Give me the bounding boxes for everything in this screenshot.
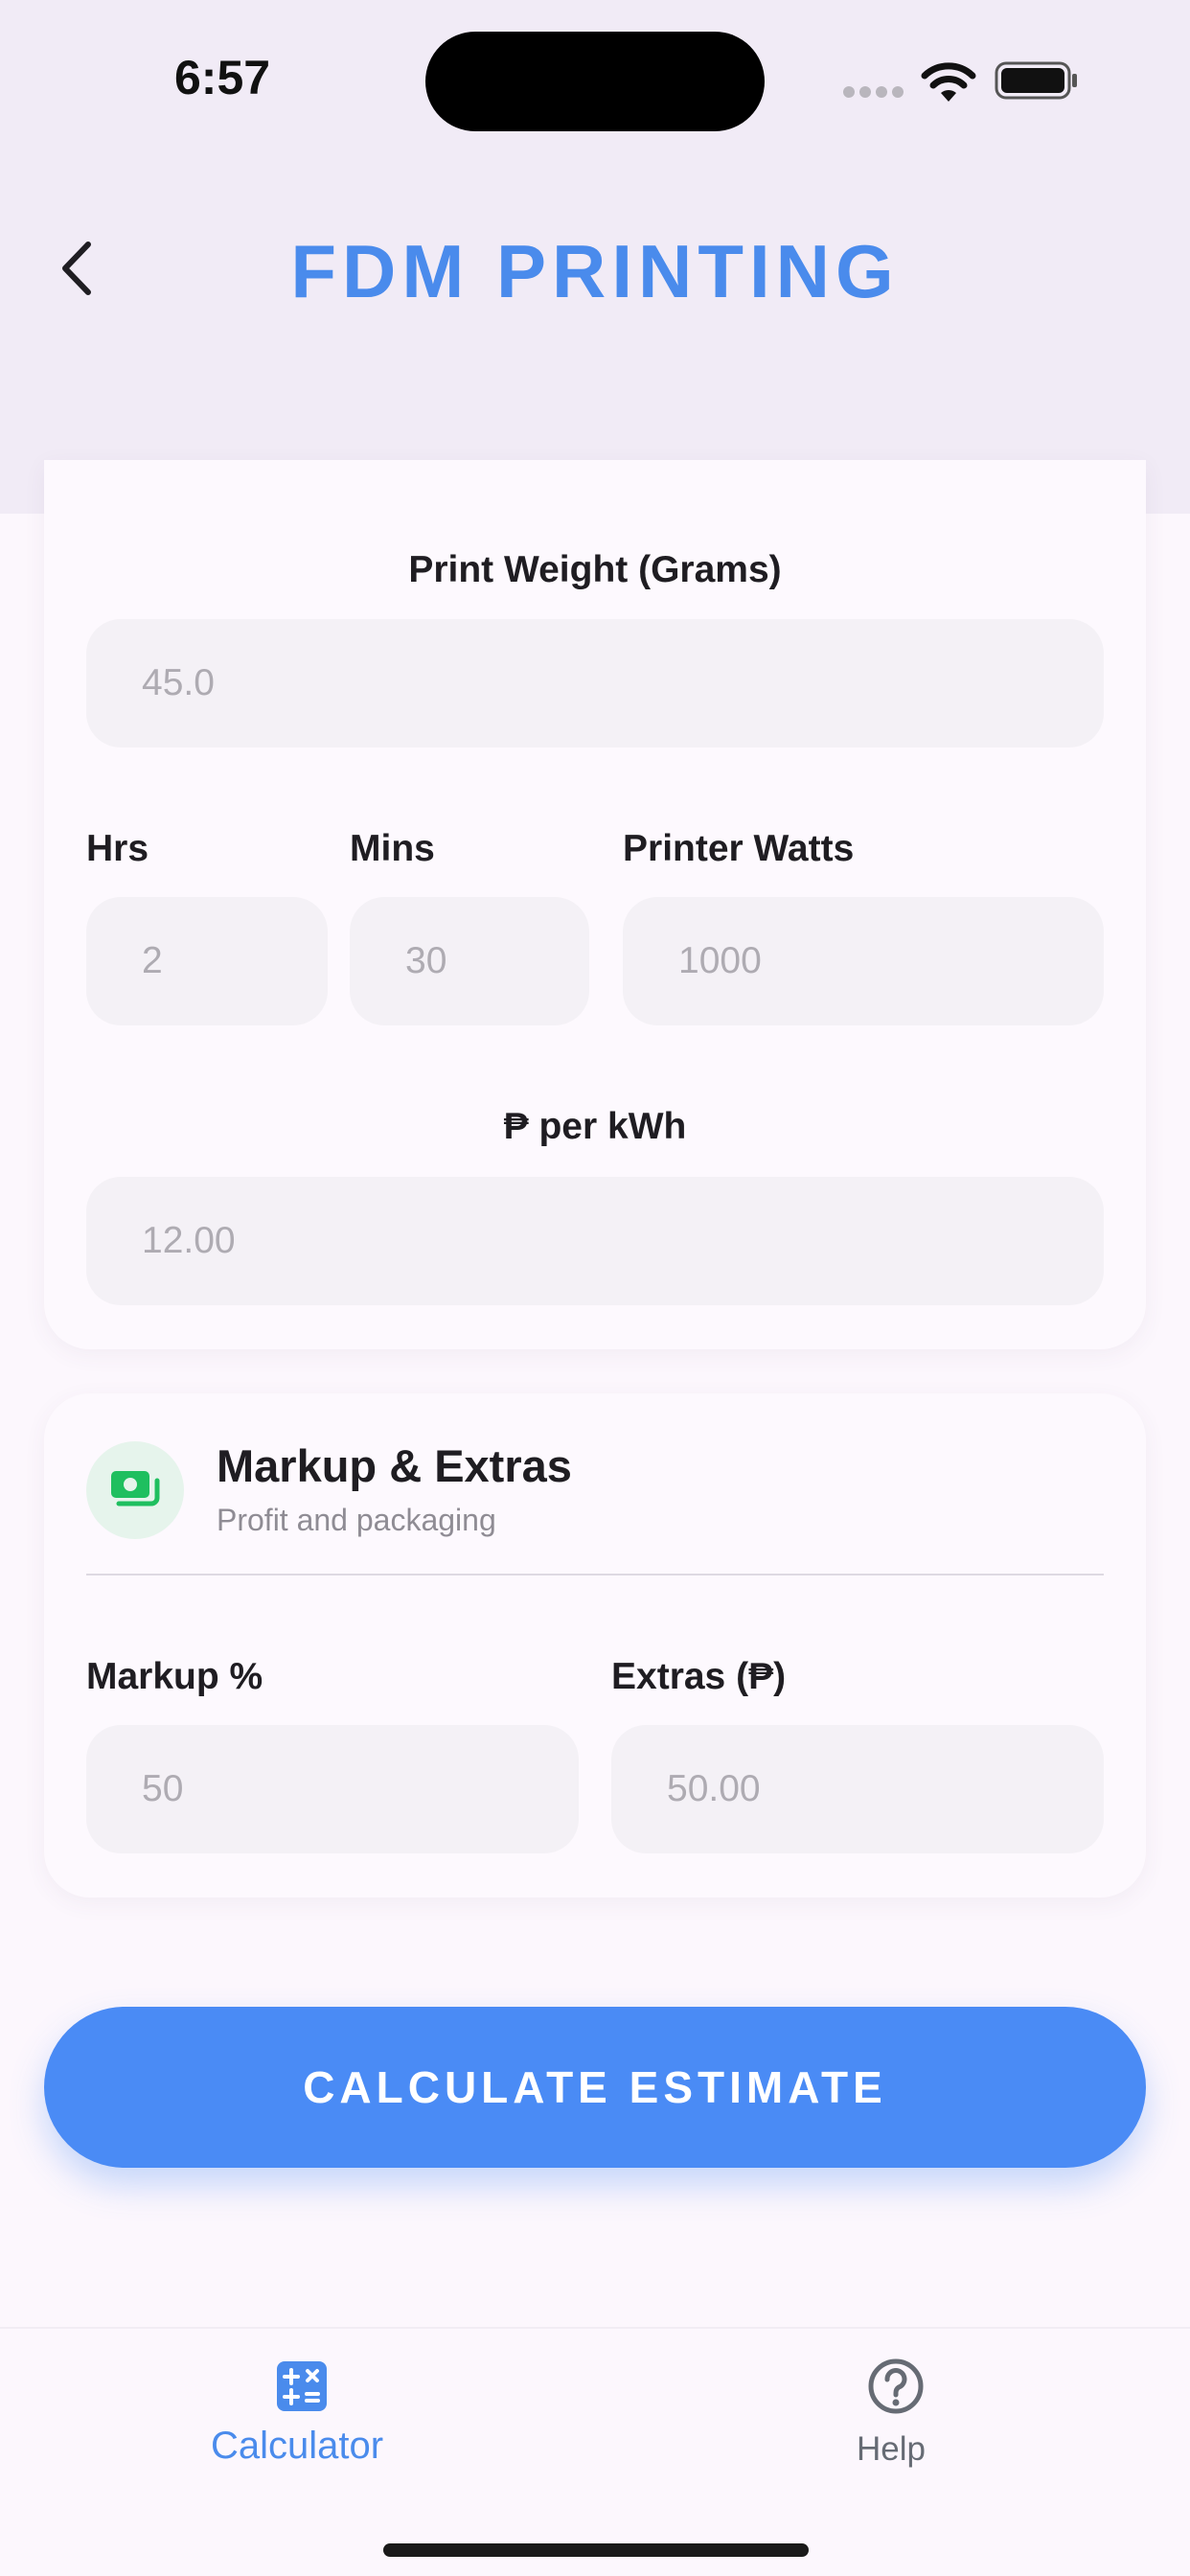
calculate-estimate-button[interactable]: CALCULATE ESTIMATE [44, 2007, 1146, 2168]
cash-icon [111, 1471, 160, 1506]
printer-watts-input[interactable] [623, 897, 1104, 1025]
wifi-icon [921, 62, 976, 102]
dynamic-island [425, 32, 765, 131]
price-per-kwh-input[interactable] [86, 1177, 1104, 1305]
battery-icon [995, 61, 1077, 100]
divider [86, 1574, 1104, 1576]
page-title: FDM PRINTING [290, 229, 900, 313]
print-weight-input[interactable] [86, 619, 1104, 748]
calculator-icon [277, 2361, 327, 2411]
nav-label-help: Help [857, 2430, 926, 2468]
bottom-nav: Calculator Help [0, 2327, 1190, 2576]
app-header: 6:57 FDM PRINTING [0, 0, 1190, 514]
home-indicator [383, 2543, 809, 2557]
cellular-signal-icon [843, 86, 904, 100]
markup-percent-input[interactable] [86, 1725, 579, 1853]
nav-label-calculator: Calculator [210, 2425, 384, 2467]
mins-label: Mins [350, 828, 435, 869]
hrs-input[interactable] [86, 897, 328, 1025]
help-circle-icon [868, 2358, 924, 2414]
section-subtitle: Profit and packaging [217, 1503, 496, 1537]
printer-watts-label: Printer Watts [623, 828, 855, 869]
nav-item-help[interactable]: Help [699, 2329, 1083, 2520]
cash-icon-badge [86, 1441, 184, 1539]
section-title: Markup & Extras [217, 1440, 572, 1491]
mins-input[interactable] [350, 897, 589, 1025]
markup-percent-label: Markup % [86, 1656, 263, 1697]
status-time: 6:57 [174, 51, 271, 104]
nav-item-calculator[interactable]: Calculator [105, 2329, 489, 2520]
extras-input[interactable] [611, 1725, 1104, 1853]
hrs-label: Hrs [86, 828, 149, 869]
print-weight-label: Print Weight (Grams) [408, 549, 782, 590]
price-per-kwh-label: ₱ per kWh [503, 1106, 687, 1147]
extras-label: Extras (₱) [611, 1656, 787, 1697]
